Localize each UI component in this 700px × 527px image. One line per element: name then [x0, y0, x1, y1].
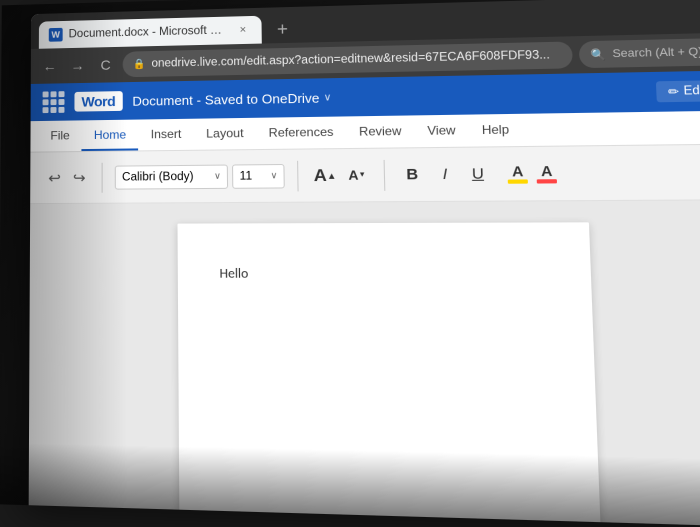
font-name-chevron: ∨ — [214, 171, 221, 182]
lock-icon: 🔒 — [133, 59, 146, 70]
editing-label: Editing — [683, 84, 700, 97]
font-name-text: Calibri (Body) — [122, 170, 194, 183]
font-color-letter: A — [512, 164, 524, 179]
document-content[interactable]: Hello — [219, 266, 248, 282]
forward-button[interactable]: → — [67, 54, 89, 76]
ribbon-tab-file[interactable]: File — [38, 120, 81, 151]
document-area: Hello — [29, 200, 700, 527]
highlight-letter: A — [541, 163, 553, 178]
bold-button[interactable]: B — [398, 161, 427, 188]
ribbon-tab-layout[interactable]: Layout — [194, 118, 257, 150]
word-logo[interactable]: Word — [74, 91, 122, 112]
url-text: onedrive.live.com/edit.aspx?action=editn… — [151, 49, 561, 70]
font-color-swatch — [508, 179, 528, 183]
undo-redo-group: ↩ ↪ — [40, 166, 93, 188]
italic-button[interactable]: I — [430, 161, 459, 188]
apps-grid-icon[interactable] — [43, 91, 65, 113]
ribbon-tab-home[interactable]: Home — [82, 120, 139, 152]
divider-3 — [384, 159, 386, 190]
undo-button[interactable]: ↩ — [44, 167, 65, 189]
shrink-text-button[interactable]: A▼ — [343, 162, 371, 189]
editing-button[interactable]: ✏ Editing — [656, 80, 700, 102]
highlight-color-button[interactable]: A — [536, 163, 557, 183]
tab-close-button[interactable]: × — [235, 22, 252, 38]
font-size-chevron: ∨ — [270, 170, 277, 181]
ribbon-toolbar: ↩ ↪ Calibri (Body) ∨ 11 ∨ A▲ A▼ — [30, 144, 700, 204]
text-size-group: A▲ A▼ — [307, 162, 376, 189]
color-group: A A — [503, 163, 562, 183]
title-chevron-icon[interactable]: ∨ — [324, 92, 332, 103]
doc-title-text: Document - Saved to OneDrive — [132, 90, 319, 108]
search-placeholder-text: Search (Alt + Q) — [612, 46, 700, 60]
new-tab-button[interactable]: + — [268, 15, 298, 44]
divider-2 — [297, 160, 299, 191]
underline-button[interactable]: U — [463, 160, 492, 187]
font-name-selector[interactable]: Calibri (Body) ∨ — [115, 164, 228, 189]
font-size-text: 11 — [240, 170, 253, 182]
font-size-selector[interactable]: 11 ∨ — [232, 163, 285, 188]
doc-title: Document - Saved to OneDrive ∨ — [132, 90, 331, 108]
divider-1 — [102, 162, 103, 192]
address-field[interactable]: 🔒 onedrive.live.com/edit.aspx?action=edi… — [123, 41, 573, 77]
tab-title-text: Document.docx - Microsoft Wor... — [69, 25, 229, 41]
editing-icon: ✏ — [668, 84, 680, 99]
highlight-color-swatch — [537, 179, 557, 183]
search-icon: 🔍 — [590, 47, 606, 61]
search-box[interactable]: 🔍 Search (Alt + Q) — [579, 38, 700, 69]
back-button[interactable]: ← — [39, 55, 61, 77]
ribbon-tab-insert[interactable]: Insert — [138, 119, 194, 151]
redo-button[interactable]: ↪ — [69, 166, 90, 188]
document-page[interactable]: Hello — [177, 222, 600, 527]
ribbon-tab-view[interactable]: View — [414, 115, 469, 148]
ribbon-tab-review[interactable]: Review — [346, 115, 415, 148]
browser-window: W Document.docx - Microsoft Wor... × + ←… — [29, 0, 700, 527]
font-color-button[interactable]: A — [507, 164, 528, 184]
ribbon-tab-help[interactable]: Help — [468, 114, 523, 147]
active-tab[interactable]: W Document.docx - Microsoft Wor... × — [39, 16, 262, 49]
tab-favicon: W — [49, 28, 63, 42]
font-group: Calibri (Body) ∨ 11 ∨ — [111, 163, 289, 189]
ribbon-tab-references[interactable]: References — [256, 116, 347, 149]
refresh-button[interactable]: C — [95, 54, 117, 76]
grow-text-button[interactable]: A▲ — [311, 162, 339, 189]
formatting-group: B I U — [393, 160, 497, 188]
